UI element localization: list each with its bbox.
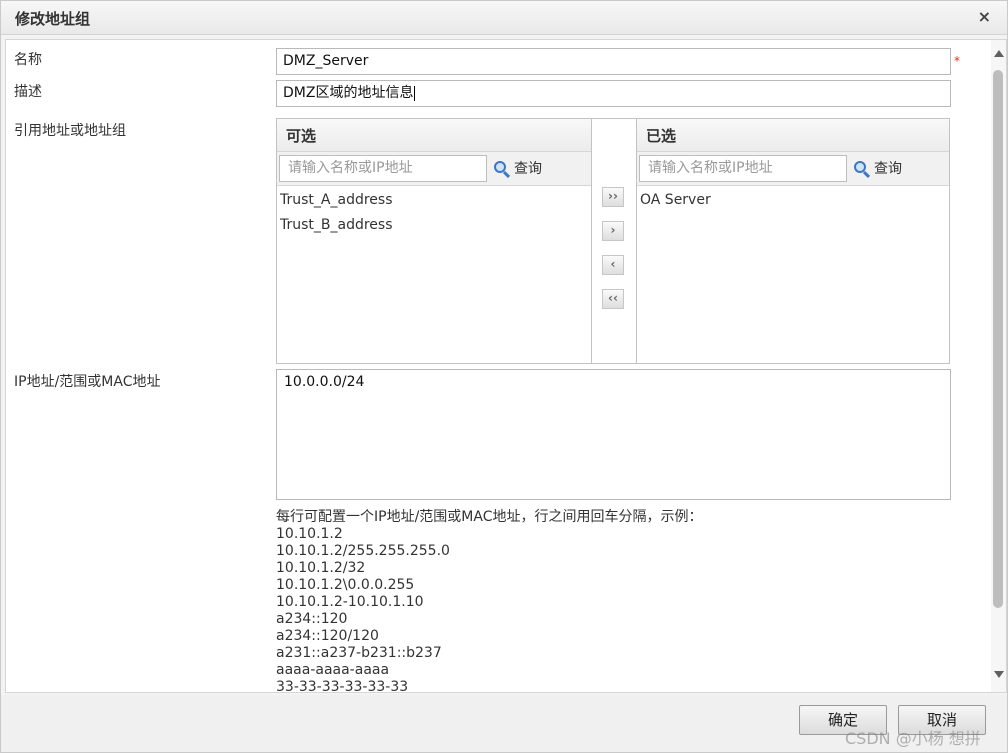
hint-example: a234::120/120: [276, 628, 379, 644]
remove-button[interactable]: ‹: [602, 255, 624, 275]
hint-example: aaaa-aaaa-aaaa: [276, 662, 390, 678]
name-label: 名称: [14, 52, 42, 68]
add-button[interactable]: ›: [602, 221, 624, 241]
hint-example: 10.10.1.2/32: [276, 560, 366, 576]
scroll-up-icon[interactable]: [994, 50, 1004, 57]
hint-example: a231::a237-b231::b237: [276, 645, 442, 661]
scroll-down-icon[interactable]: [994, 671, 1004, 678]
dialog-body: 名称 DMZ_Server * 描述 DMZ区域的地址信息 引用地址或地址组 可…: [5, 39, 1007, 693]
ip-textarea[interactable]: 10.0.0.0/24: [276, 369, 951, 500]
available-query-label: 查询: [514, 161, 542, 177]
selected-search-placeholder: 请输入名称或IP地址: [648, 160, 773, 176]
dialog-titlebar[interactable]: 修改地址组 ×: [1, 1, 1007, 35]
ip-textarea-value: 10.0.0.0/24: [284, 374, 365, 390]
available-search-placeholder: 请输入名称或IP地址: [288, 160, 413, 176]
selected-pane-title: 已选: [637, 119, 949, 152]
description-input[interactable]: DMZ区域的地址信息: [276, 80, 951, 107]
search-icon: [493, 160, 511, 179]
available-list: Trust_A_address Trust_B_address: [277, 186, 591, 363]
hint-example: 10.10.1.2/255.255.255.0: [276, 543, 450, 559]
hint-example: 10.10.1.2-10.10.1.10: [276, 594, 424, 610]
hint-example: 33-33-33-33-33-33: [276, 679, 409, 693]
list-item[interactable]: Trust_B_address: [280, 215, 588, 240]
text-caret: [414, 85, 416, 101]
selected-pane: 已选 请输入名称或IP地址 查询 OA Server: [637, 119, 949, 363]
selected-list: OA Server: [637, 186, 949, 363]
description-label: 描述: [14, 84, 42, 100]
hint-example: a234::120: [276, 611, 348, 627]
selected-search-input[interactable]: 请输入名称或IP地址: [639, 155, 847, 182]
dialog-title: 修改地址组: [15, 10, 91, 28]
name-input[interactable]: DMZ_Server: [276, 48, 951, 75]
vertical-scrollbar[interactable]: [991, 40, 1006, 692]
hint-intro: 每行可配置一个IP地址/范围或MAC地址，行之间用回车分隔，示例：: [276, 509, 703, 525]
ip-label: IP地址/范围或MAC地址: [14, 374, 161, 390]
reference-label: 引用地址或地址组: [14, 123, 126, 139]
add-all-button[interactable]: ››: [602, 187, 624, 207]
available-search-input[interactable]: 请输入名称或IP地址: [279, 155, 487, 182]
required-mark: *: [954, 54, 960, 68]
remove-all-button[interactable]: ‹‹: [602, 289, 624, 309]
move-buttons-column: ›› › ‹ ‹‹: [591, 119, 637, 363]
watermark: CSDN @小杨 想拼: [845, 729, 981, 748]
selected-search-bar: 请输入名称或IP地址 查询: [637, 152, 949, 186]
hint-example: 10.10.1.2\0.0.0.255: [276, 577, 415, 593]
hint-example: 10.10.1.2: [276, 526, 343, 542]
scrollbar-thumb[interactable]: [993, 70, 1003, 608]
list-item[interactable]: Trust_A_address: [280, 190, 588, 215]
available-pane: 可选 请输入名称或IP地址 查询 Trust_A_address Trust_B…: [277, 119, 591, 363]
description-input-value: DMZ区域的地址信息: [283, 85, 414, 101]
selected-query-button[interactable]: 查询: [853, 158, 902, 180]
edit-address-group-dialog: 修改地址组 × 名称 DMZ_Server * 描述 DMZ区域的地址信息 引用…: [0, 0, 1008, 753]
available-search-bar: 请输入名称或IP地址 查询: [277, 152, 591, 186]
available-pane-title: 可选: [277, 119, 591, 152]
format-hint: 每行可配置一个IP地址/范围或MAC地址，行之间用回车分隔，示例： 10.10.…: [276, 509, 936, 693]
available-query-button[interactable]: 查询: [493, 158, 542, 180]
list-item[interactable]: OA Server: [640, 190, 946, 215]
search-icon: [853, 160, 871, 179]
name-input-value: DMZ_Server: [283, 53, 369, 69]
selected-query-label: 查询: [874, 161, 902, 177]
close-icon[interactable]: ×: [978, 7, 991, 26]
address-picker: 可选 请输入名称或IP地址 查询 Trust_A_address Trust_B…: [276, 118, 950, 364]
